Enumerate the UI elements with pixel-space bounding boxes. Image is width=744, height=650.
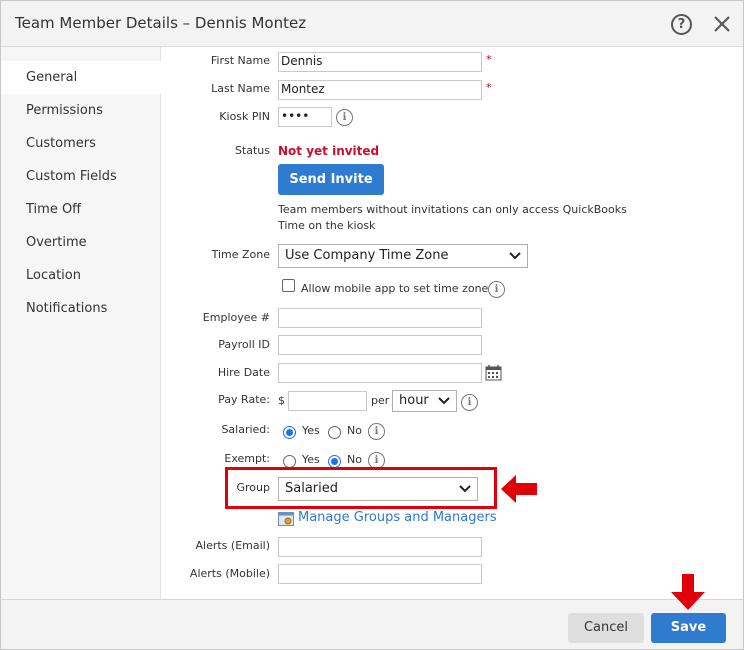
hire-date-label: Hire Date bbox=[217, 366, 270, 379]
last-name-required-mark: * bbox=[486, 81, 492, 94]
status-value: Not yet invited bbox=[278, 144, 380, 158]
exempt-no-label: No bbox=[347, 453, 362, 466]
kiosk-pin-label: Kiosk PIN bbox=[219, 110, 270, 123]
help-icon[interactable]: ? bbox=[671, 14, 692, 35]
arrow-left-annotation-icon bbox=[501, 475, 537, 503]
status-label: Status bbox=[234, 144, 270, 157]
time-zone-label: Time Zone bbox=[211, 248, 270, 261]
alerts-email-input[interactable] bbox=[278, 537, 482, 557]
last-name-input[interactable]: Montez bbox=[278, 80, 482, 100]
arrow-down-annotation-icon bbox=[671, 574, 705, 610]
payroll-id-label: Payroll ID bbox=[218, 338, 270, 351]
sidebar-item-time-off[interactable]: Time Off bbox=[1, 193, 161, 226]
group-label: Group bbox=[236, 481, 271, 494]
exempt-yes-label: Yes bbox=[302, 453, 320, 466]
invite-note: Team members without invitations can onl… bbox=[278, 203, 627, 232]
send-invite-button[interactable]: Send Invite bbox=[278, 164, 384, 195]
salaried-info-icon[interactable]: i bbox=[368, 423, 385, 440]
first-name-input[interactable]: Dennis bbox=[278, 52, 482, 72]
allow-mobile-tz-checkbox[interactable] bbox=[282, 279, 295, 292]
exempt-label: Exempt: bbox=[224, 452, 270, 465]
first-name-required-mark: * bbox=[486, 53, 492, 66]
manage-groups-link[interactable]: Manage Groups and Managers bbox=[298, 510, 497, 525]
chevron-down-icon bbox=[438, 397, 450, 405]
cancel-button[interactable]: Cancel bbox=[568, 613, 644, 643]
alerts-mobile-input[interactable] bbox=[278, 564, 482, 584]
salaried-label: Salaried: bbox=[221, 423, 270, 436]
alerts-mobile-label: Alerts (Mobile) bbox=[189, 567, 270, 580]
pay-rate-label: Pay Rate: bbox=[218, 393, 270, 406]
salaried-yes-radio[interactable] bbox=[283, 426, 296, 439]
salaried-no-label: No bbox=[347, 424, 362, 437]
last-name-label: Last Name bbox=[211, 82, 270, 95]
team-member-dialog: Team Member Details – Dennis Montez ? Ge… bbox=[0, 0, 744, 650]
pay-rate-input[interactable] bbox=[288, 391, 367, 411]
alerts-email-label: Alerts (Email) bbox=[195, 539, 270, 552]
pay-rate-per-label: per bbox=[371, 394, 390, 407]
first-name-label: First Name bbox=[210, 54, 270, 67]
allow-mobile-tz-info-icon[interactable]: i bbox=[488, 281, 505, 298]
calendar-icon[interactable] bbox=[485, 364, 502, 381]
payroll-id-input[interactable] bbox=[278, 335, 482, 355]
dialog-title: Team Member Details – Dennis Montez bbox=[15, 14, 307, 32]
allow-mobile-tz-label: Allow mobile app to set time zone bbox=[301, 282, 489, 295]
pay-rate-currency: $ bbox=[278, 394, 285, 407]
sidebar-item-custom-fields[interactable]: Custom Fields bbox=[1, 160, 161, 193]
time-zone-value: Use Company Time Zone bbox=[285, 248, 449, 263]
kiosk-pin-input[interactable]: •••• bbox=[278, 107, 332, 127]
manage-groups-icon bbox=[278, 512, 294, 526]
salaried-yes-label: Yes bbox=[302, 424, 320, 437]
pay-rate-unit-select[interactable]: hour bbox=[392, 390, 457, 412]
salaried-no-radio[interactable] bbox=[328, 426, 341, 439]
employee-num-input[interactable] bbox=[278, 308, 482, 328]
kiosk-pin-info-icon[interactable]: i bbox=[336, 109, 353, 126]
save-button[interactable]: Save bbox=[651, 613, 726, 643]
group-select[interactable]: Salaried bbox=[278, 477, 478, 501]
pay-rate-unit-value: hour bbox=[399, 393, 429, 408]
close-icon[interactable] bbox=[711, 13, 733, 35]
group-value: Salaried bbox=[285, 481, 339, 496]
time-zone-select[interactable]: Use Company Time Zone bbox=[278, 244, 528, 268]
dialog-titlebar: Team Member Details – Dennis Montez ? bbox=[1, 1, 743, 47]
chevron-down-icon bbox=[459, 485, 471, 493]
pay-rate-info-icon[interactable]: i bbox=[461, 394, 478, 411]
chevron-down-icon bbox=[509, 252, 521, 260]
hire-date-input[interactable] bbox=[278, 363, 482, 383]
sidebar-item-location[interactable]: Location bbox=[1, 259, 161, 292]
employee-num-label: Employee # bbox=[202, 311, 270, 324]
